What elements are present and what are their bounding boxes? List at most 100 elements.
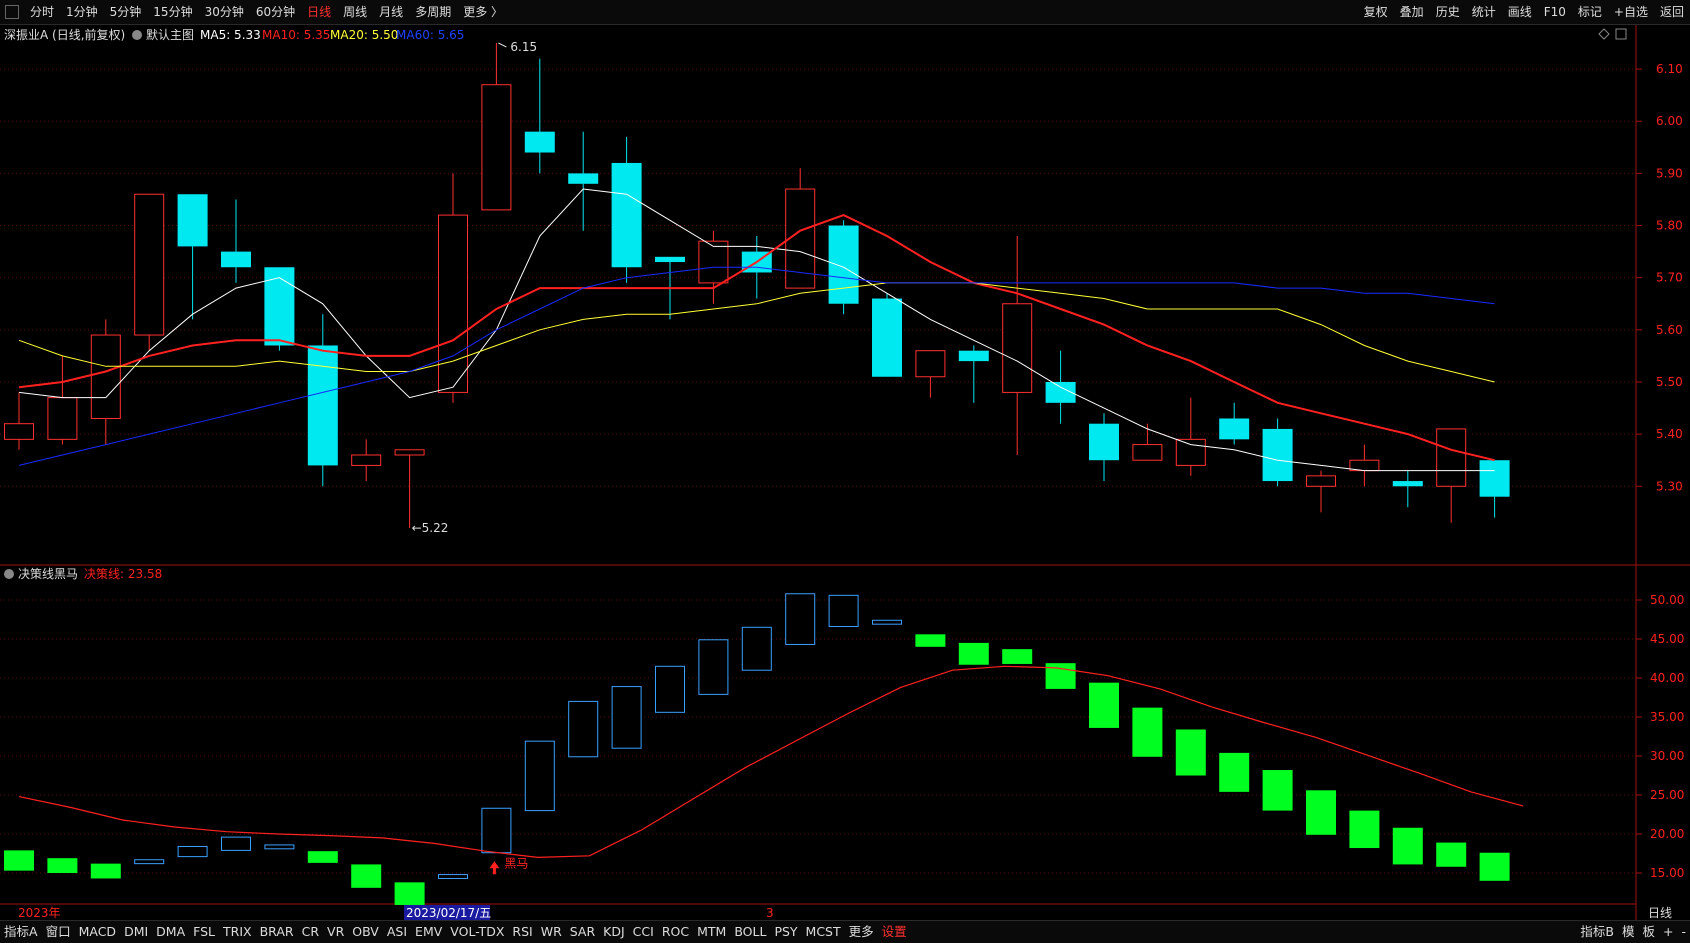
indicator-tab-20[interactable]: MTM <box>693 921 730 943</box>
indicator-tab-19[interactable]: ROC <box>658 921 693 943</box>
indicator-tab-0[interactable]: 指标A <box>0 921 42 943</box>
indicator-right-4[interactable]: - <box>1677 921 1690 943</box>
candle-body-up <box>47 397 78 440</box>
decision-line <box>18 665 1524 859</box>
candle-body-down <box>221 251 251 268</box>
period-tab-2[interactable]: 5分钟 <box>104 1 148 23</box>
decision-value-label: 决策线: 23.58 <box>84 567 162 581</box>
indicator-tab-7[interactable]: BRAR <box>256 921 298 943</box>
tool-button-6[interactable]: 标记 <box>1572 1 1608 23</box>
candle-body-down <box>1219 418 1250 440</box>
decision-bar-up <box>568 700 599 758</box>
indicator-right-0[interactable]: 指标B <box>1576 921 1618 943</box>
decision-bar-down <box>1306 790 1336 835</box>
decision-bar-down <box>1479 852 1510 881</box>
period-tab-7[interactable]: 周线 <box>337 1 373 23</box>
indicator-tab-17[interactable]: KDJ <box>599 921 629 943</box>
indicator-right-3[interactable]: + <box>1659 921 1677 943</box>
decision-bar-up <box>698 639 729 695</box>
period-tab-9[interactable]: 多周期 <box>409 1 457 23</box>
kline-chart-area[interactable]: 深振业A (日线,前复权) 默认主图 MA5: 5.33 MA10: 5.35 … <box>0 25 1690 920</box>
tool-button-0[interactable]: 复权 <box>1358 1 1394 23</box>
indicator-tab-3[interactable]: DMI <box>120 921 152 943</box>
tool-button-3[interactable]: 统计 <box>1466 1 1502 23</box>
price-tick-label: 5.40 <box>1656 427 1683 441</box>
period-indicator: 日线 <box>1648 906 1672 920</box>
period-tab-8[interactable]: 月线 <box>373 1 409 23</box>
decision-bar-up <box>438 874 468 879</box>
decision-bar-down <box>307 851 338 863</box>
decision-bar-up <box>221 836 251 851</box>
indicator-tab-8[interactable]: CR <box>298 921 323 943</box>
indicator-tab-18[interactable]: CCI <box>629 921 658 943</box>
candle-body-down <box>307 345 338 466</box>
tool-button-2[interactable]: 历史 <box>1430 1 1466 23</box>
candle-body-up <box>90 334 121 419</box>
tool-button-8[interactable]: 返回 <box>1654 1 1690 23</box>
sub-tick-label: 50.00 <box>1650 593 1684 607</box>
price-tick-label: 5.70 <box>1656 271 1683 285</box>
indicator-tab-5[interactable]: FSL <box>189 921 219 943</box>
tool-button-7[interactable]: +自选 <box>1608 1 1654 23</box>
period-tab-4[interactable]: 30分钟 <box>199 1 250 23</box>
period-tab-5[interactable]: 60分钟 <box>250 1 301 23</box>
tool-button-5[interactable]: F10 <box>1538 1 1572 23</box>
price-tick-label: 6.00 <box>1656 114 1683 128</box>
system-menu-icon[interactable] <box>5 5 19 19</box>
indicator-tab-6[interactable]: TRIX <box>219 921 256 943</box>
indicator-tab-14[interactable]: RSI <box>508 921 536 943</box>
indicator-menu-icon[interactable] <box>132 30 142 40</box>
candle-body-up <box>351 454 382 466</box>
sub-tick-label: 15.00 <box>1650 866 1684 880</box>
candle-body-up <box>394 449 425 456</box>
ma60-label: MA60: 5.65 <box>396 28 464 42</box>
indicator-tab-11[interactable]: ASI <box>383 921 411 943</box>
indicator-tab-2[interactable]: MACD <box>75 921 120 943</box>
period-tab-10[interactable]: 更多 〉 <box>457 1 509 23</box>
indicator-tab-15[interactable]: WR <box>537 921 566 943</box>
candle-body-down <box>655 256 685 263</box>
decision-bar-down <box>1132 707 1163 757</box>
panel-resize-icon[interactable] <box>1598 28 1627 40</box>
decision-bar-down <box>1045 663 1076 689</box>
indicator-tab-24[interactable]: 更多 <box>845 921 878 943</box>
candle-body-down <box>1392 481 1423 487</box>
tool-button-4[interactable]: 画线 <box>1502 1 1538 23</box>
period-tab-1[interactable]: 1分钟 <box>60 1 104 23</box>
price-tick-label: 5.80 <box>1656 219 1683 233</box>
indicator-tab-13[interactable]: VOL-TDX <box>446 921 508 943</box>
candle-body-down <box>1262 428 1293 482</box>
indicator-right-2[interactable]: 板 <box>1638 921 1659 943</box>
indicator-tab-21[interactable]: BOLL <box>730 921 770 943</box>
indicator-tab-9[interactable]: VR <box>323 921 348 943</box>
decision-bar-up <box>481 807 512 854</box>
indicator-tab-4[interactable]: DMA <box>152 921 189 943</box>
sub-indicator-menu-icon[interactable] <box>4 569 14 579</box>
period-tab-6[interactable]: 日线 <box>301 1 337 23</box>
decision-bar-down <box>47 858 78 873</box>
indicator-tab-16[interactable]: SAR <box>566 921 599 943</box>
candle-body-down <box>568 173 599 184</box>
period-tab-0[interactable]: 分时 <box>24 1 60 23</box>
indicator-right-1[interactable]: 模 <box>1618 921 1639 943</box>
indicator-tab-22[interactable]: PSY <box>770 921 801 943</box>
candle-body-up <box>134 193 165 336</box>
indicator-tab-1[interactable]: 窗口 <box>42 921 75 943</box>
period-tab-3[interactable]: 15分钟 <box>147 1 198 23</box>
tool-button-1[interactable]: 叠加 <box>1394 1 1430 23</box>
price-axis-ticks: 6.10 6.00 5.90 5.80 5.70 5.60 5.50 5.40 5.30 <box>1636 62 1683 493</box>
candle-body-down <box>1089 423 1119 461</box>
low-price-mark: ←5.22 <box>412 521 449 535</box>
indicator-tab-10[interactable]: OBV <box>348 921 383 943</box>
indicator-tab-25[interactable]: 设置 <box>878 921 911 943</box>
sub-indicator-name: 决策线黑马 <box>18 567 78 581</box>
indicator-tab-23[interactable]: MCST <box>802 921 845 943</box>
candle-body-up <box>1175 438 1206 466</box>
indicator-tab-12[interactable]: EMV <box>411 921 446 943</box>
top-toolbar: 分时 1分钟 5分钟 15分钟 30分钟 60分钟 日线 周线 月线 多周期 更多 〉 复权 叠加 历史… <box>0 0 1690 25</box>
ma20-label: MA20: 5.50 <box>330 28 398 42</box>
candle-body-down <box>611 162 642 268</box>
sub-tick-label: 35.00 <box>1650 710 1684 724</box>
candle-body-up <box>915 350 946 378</box>
candle-body-down <box>264 267 295 346</box>
